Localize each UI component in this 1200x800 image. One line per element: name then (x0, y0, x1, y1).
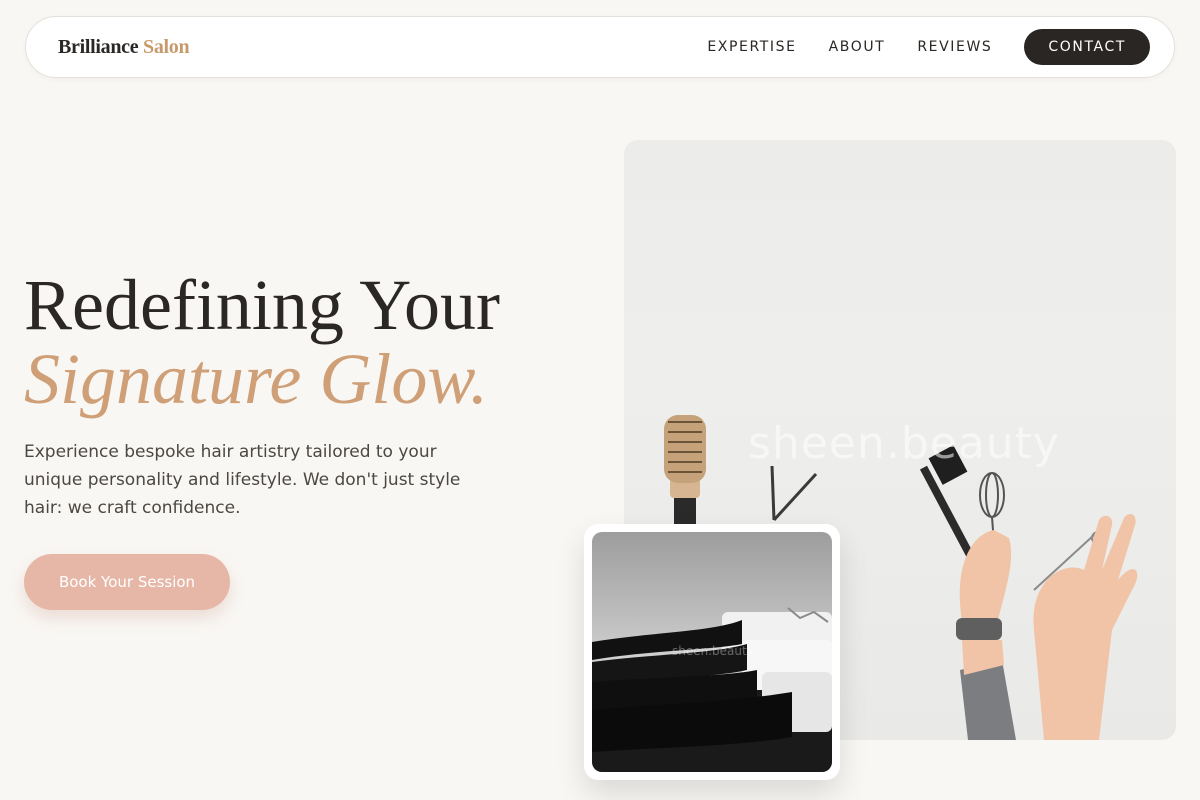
nav-link-reviews[interactable]: REVIEWS (917, 39, 992, 55)
inset-watermark: sheen.beauty (672, 644, 754, 658)
round-brush-icon (664, 415, 706, 530)
hero-watermark: sheen.beauty (748, 418, 1060, 469)
hero-title-line1: Redefining Your (24, 265, 501, 345)
book-session-button[interactable]: Book Your Session (24, 554, 230, 610)
nav-link-expertise[interactable]: EXPERTISE (707, 39, 796, 55)
hero-title-line2: Signature Glow. (24, 339, 488, 419)
hero-title: Redefining Your Signature Glow. (24, 268, 500, 416)
hero-description: Experience bespoke hair artistry tailore… (24, 442, 461, 518)
logo-text-salon: Salon (143, 35, 190, 58)
salon-chairs-image: sheen.beauty (592, 532, 832, 772)
logo-text-brilliance: Brilliance (58, 35, 139, 58)
hand-right-illustration (1033, 514, 1138, 740)
logo[interactable]: Brilliance Salon (58, 35, 190, 59)
hand-left-illustration (956, 530, 1016, 740)
nav-link-about[interactable]: ABOUT (829, 39, 886, 55)
scissors-icon (770, 465, 818, 522)
nav-links: EXPERTISE ABOUT REVIEWS CONTACT (707, 29, 1150, 65)
top-navbar: Brilliance Salon EXPERTISE ABOUT REVIEWS… (25, 16, 1175, 78)
contact-button[interactable]: CONTACT (1024, 29, 1150, 65)
inset-image-card: sheen.beauty (584, 524, 840, 780)
page: Brilliance Salon EXPERTISE ABOUT REVIEWS… (0, 0, 1200, 800)
